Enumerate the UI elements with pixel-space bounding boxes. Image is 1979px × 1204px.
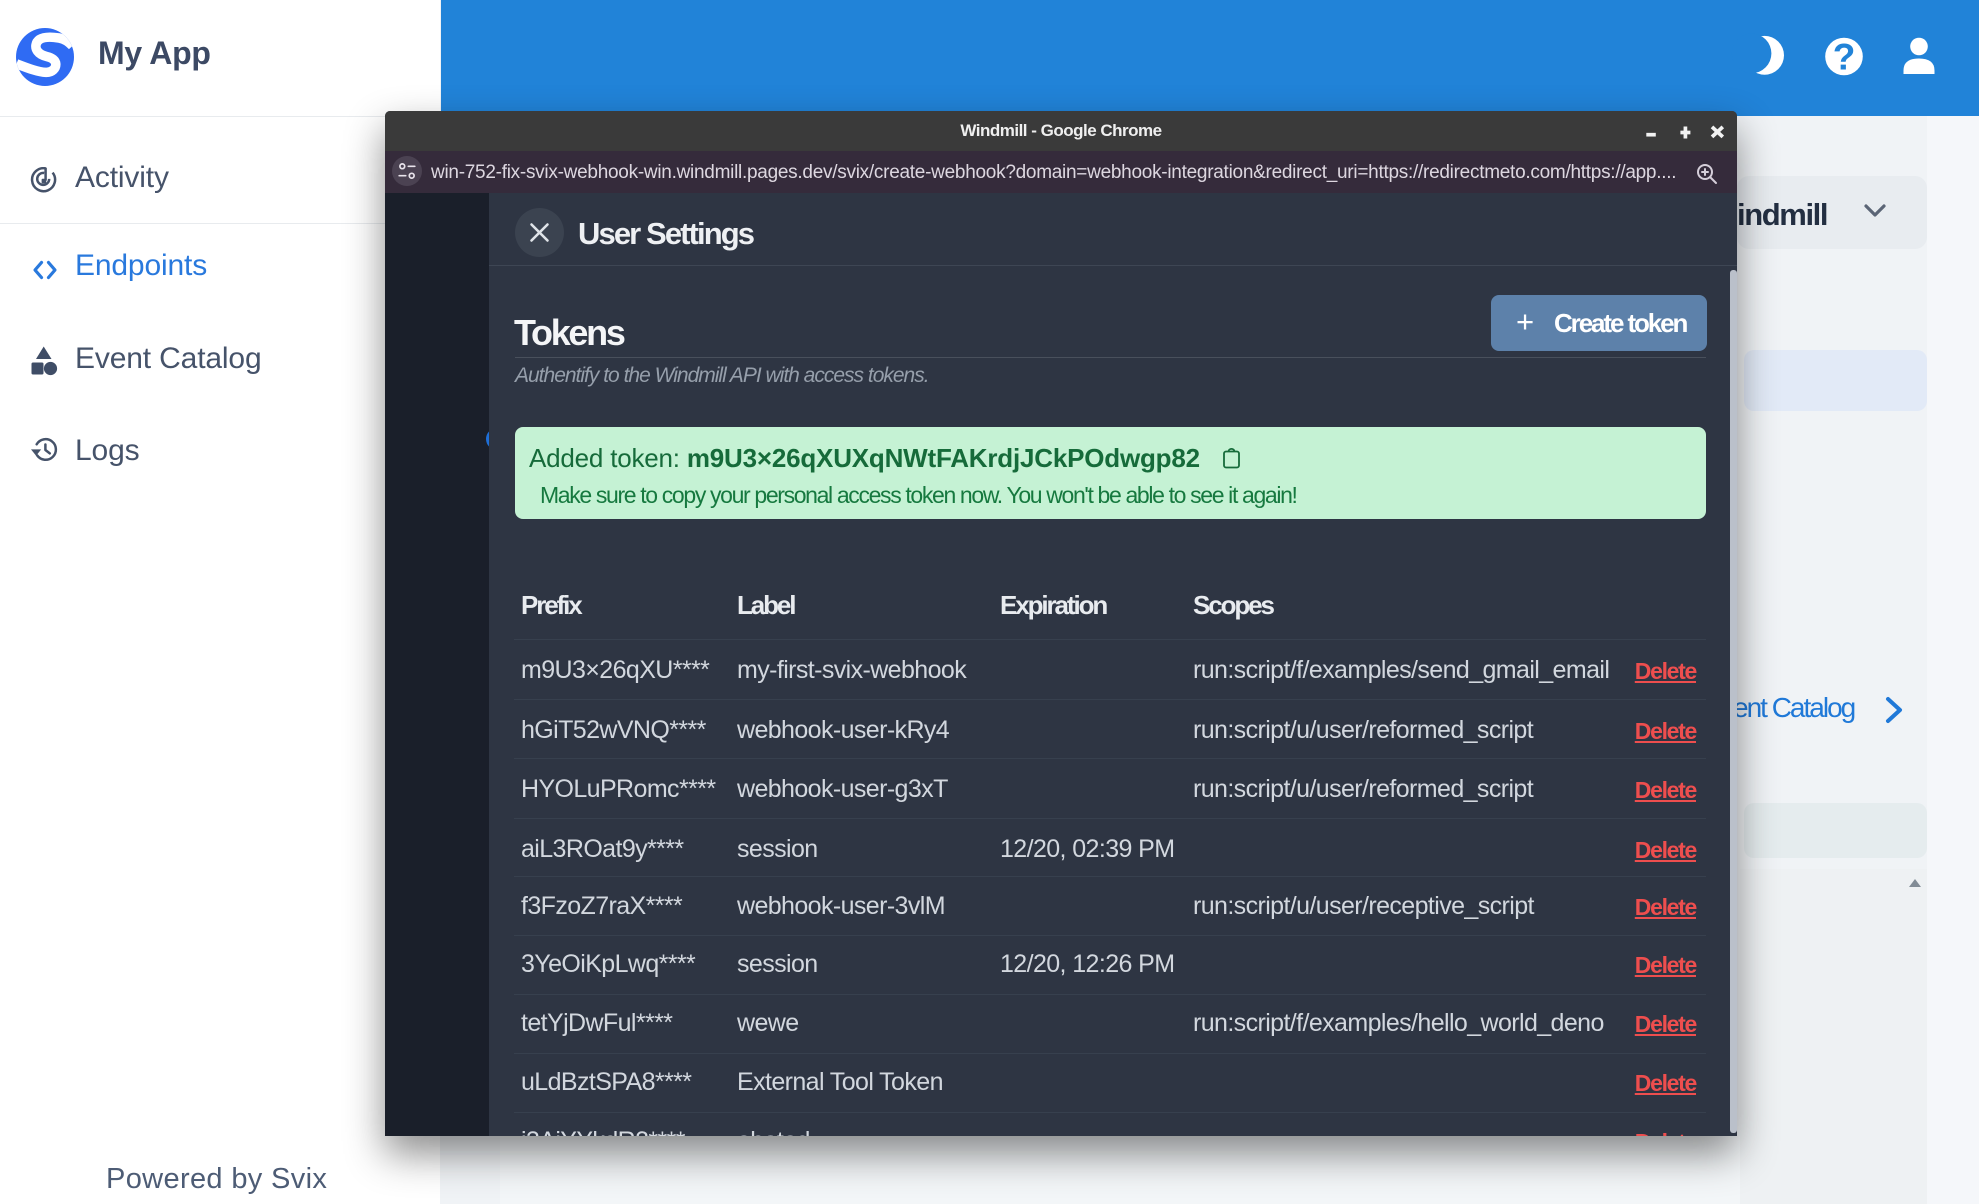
svg-text:?: ?	[1833, 37, 1856, 78]
